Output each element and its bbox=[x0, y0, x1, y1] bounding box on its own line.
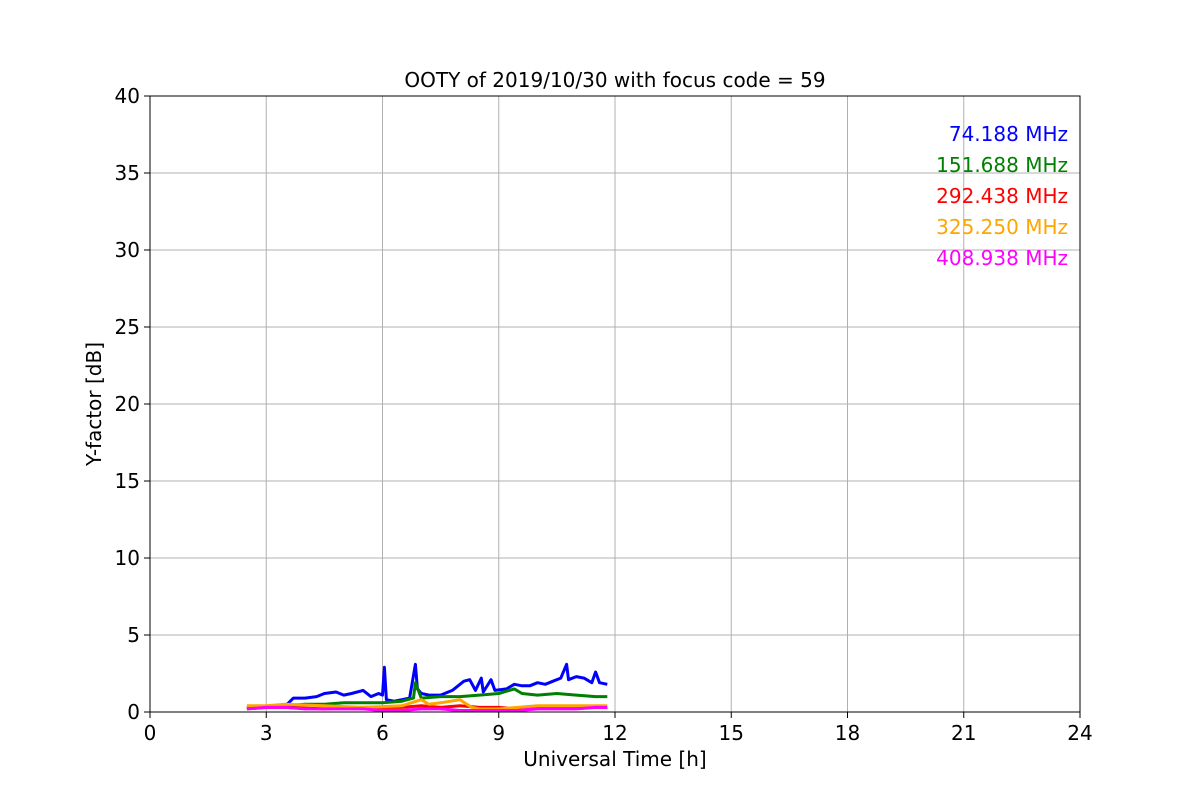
x-tick-label: 15 bbox=[719, 721, 744, 745]
x-axis-label: Universal Time [h] bbox=[523, 747, 706, 771]
legend-entry-4: 408.938 MHz bbox=[936, 246, 1068, 270]
series-line-4 bbox=[246, 705, 608, 712]
x-tick-label: 18 bbox=[835, 721, 860, 745]
x-tick-label: 6 bbox=[376, 721, 389, 745]
series-layer bbox=[246, 662, 608, 712]
y-tick-label: 40 bbox=[115, 84, 140, 108]
legend-entry-2: 292.438 MHz bbox=[936, 184, 1068, 208]
x-tick-label: 24 bbox=[1067, 721, 1092, 745]
y-tick-label: 10 bbox=[115, 546, 140, 570]
y-tick-label: 15 bbox=[115, 469, 140, 493]
x-tick-label: 12 bbox=[602, 721, 627, 745]
x-tick-label: 21 bbox=[951, 721, 976, 745]
chart: 0 3 6 9 12 15 18 21 24 0 5 10 15 20 25 30 35 40 OOTY of 2… bbox=[82, 68, 1093, 771]
y-tick-label: 20 bbox=[115, 392, 140, 416]
legend: 74.188 MHz 151.688 MHz 292.438 MHz 325.250 … bbox=[936, 122, 1068, 270]
y-tick-label: 25 bbox=[115, 315, 140, 339]
chart-title: OOTY of 2019/10/30 with focus code = 59 bbox=[404, 68, 825, 92]
legend-entry-3: 325.250 MHz bbox=[936, 215, 1068, 239]
y-tick-label: 35 bbox=[115, 161, 140, 185]
series-line-0 bbox=[246, 662, 608, 709]
legend-entry-1: 151.688 MHz bbox=[936, 153, 1068, 177]
y-tick-label: 30 bbox=[115, 238, 140, 262]
y-tick-label: 5 bbox=[127, 623, 140, 647]
x-tick-label: 0 bbox=[144, 721, 157, 745]
x-tick-label: 3 bbox=[260, 721, 273, 745]
legend-entry-0: 74.188 MHz bbox=[949, 122, 1068, 146]
x-tick-label: 9 bbox=[492, 721, 505, 745]
y-tick-label: 0 bbox=[127, 700, 140, 724]
y-axis-label: Y-factor [dB] bbox=[82, 342, 106, 467]
